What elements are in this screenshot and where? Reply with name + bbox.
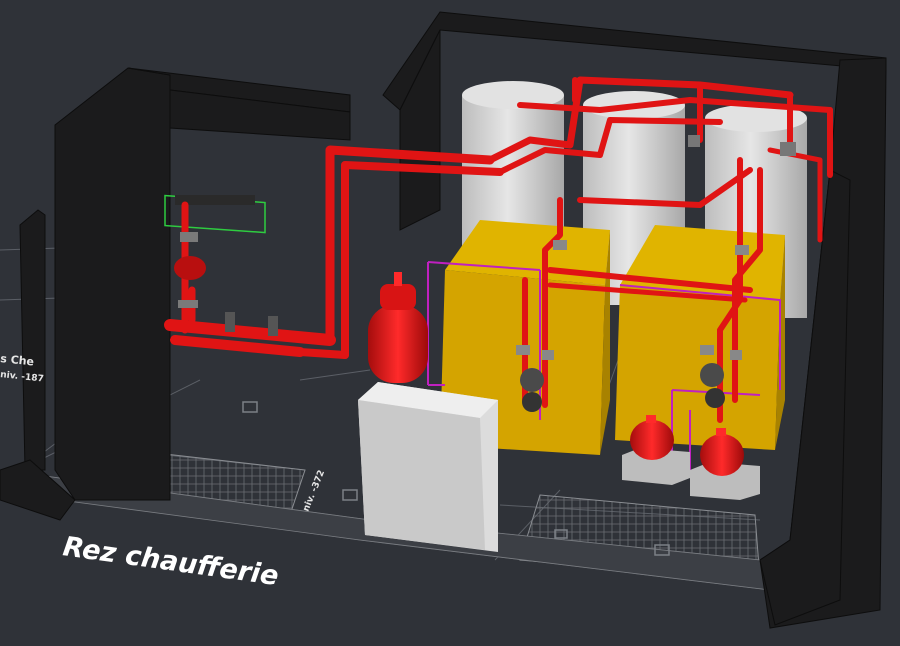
cad-3d-viewport[interactable]: Rez chaufferie niv. -372 s Che niv. -187 <box>0 0 900 646</box>
expansion-vessel[interactable] <box>368 272 428 383</box>
boiler-right <box>615 225 785 450</box>
room-label-fragment: s Che <box>0 352 35 368</box>
electrical-cabinet[interactable] <box>358 382 498 552</box>
room-label: Rez chaufferie <box>61 531 280 592</box>
level-label-a: niv. -372 <box>302 469 328 513</box>
